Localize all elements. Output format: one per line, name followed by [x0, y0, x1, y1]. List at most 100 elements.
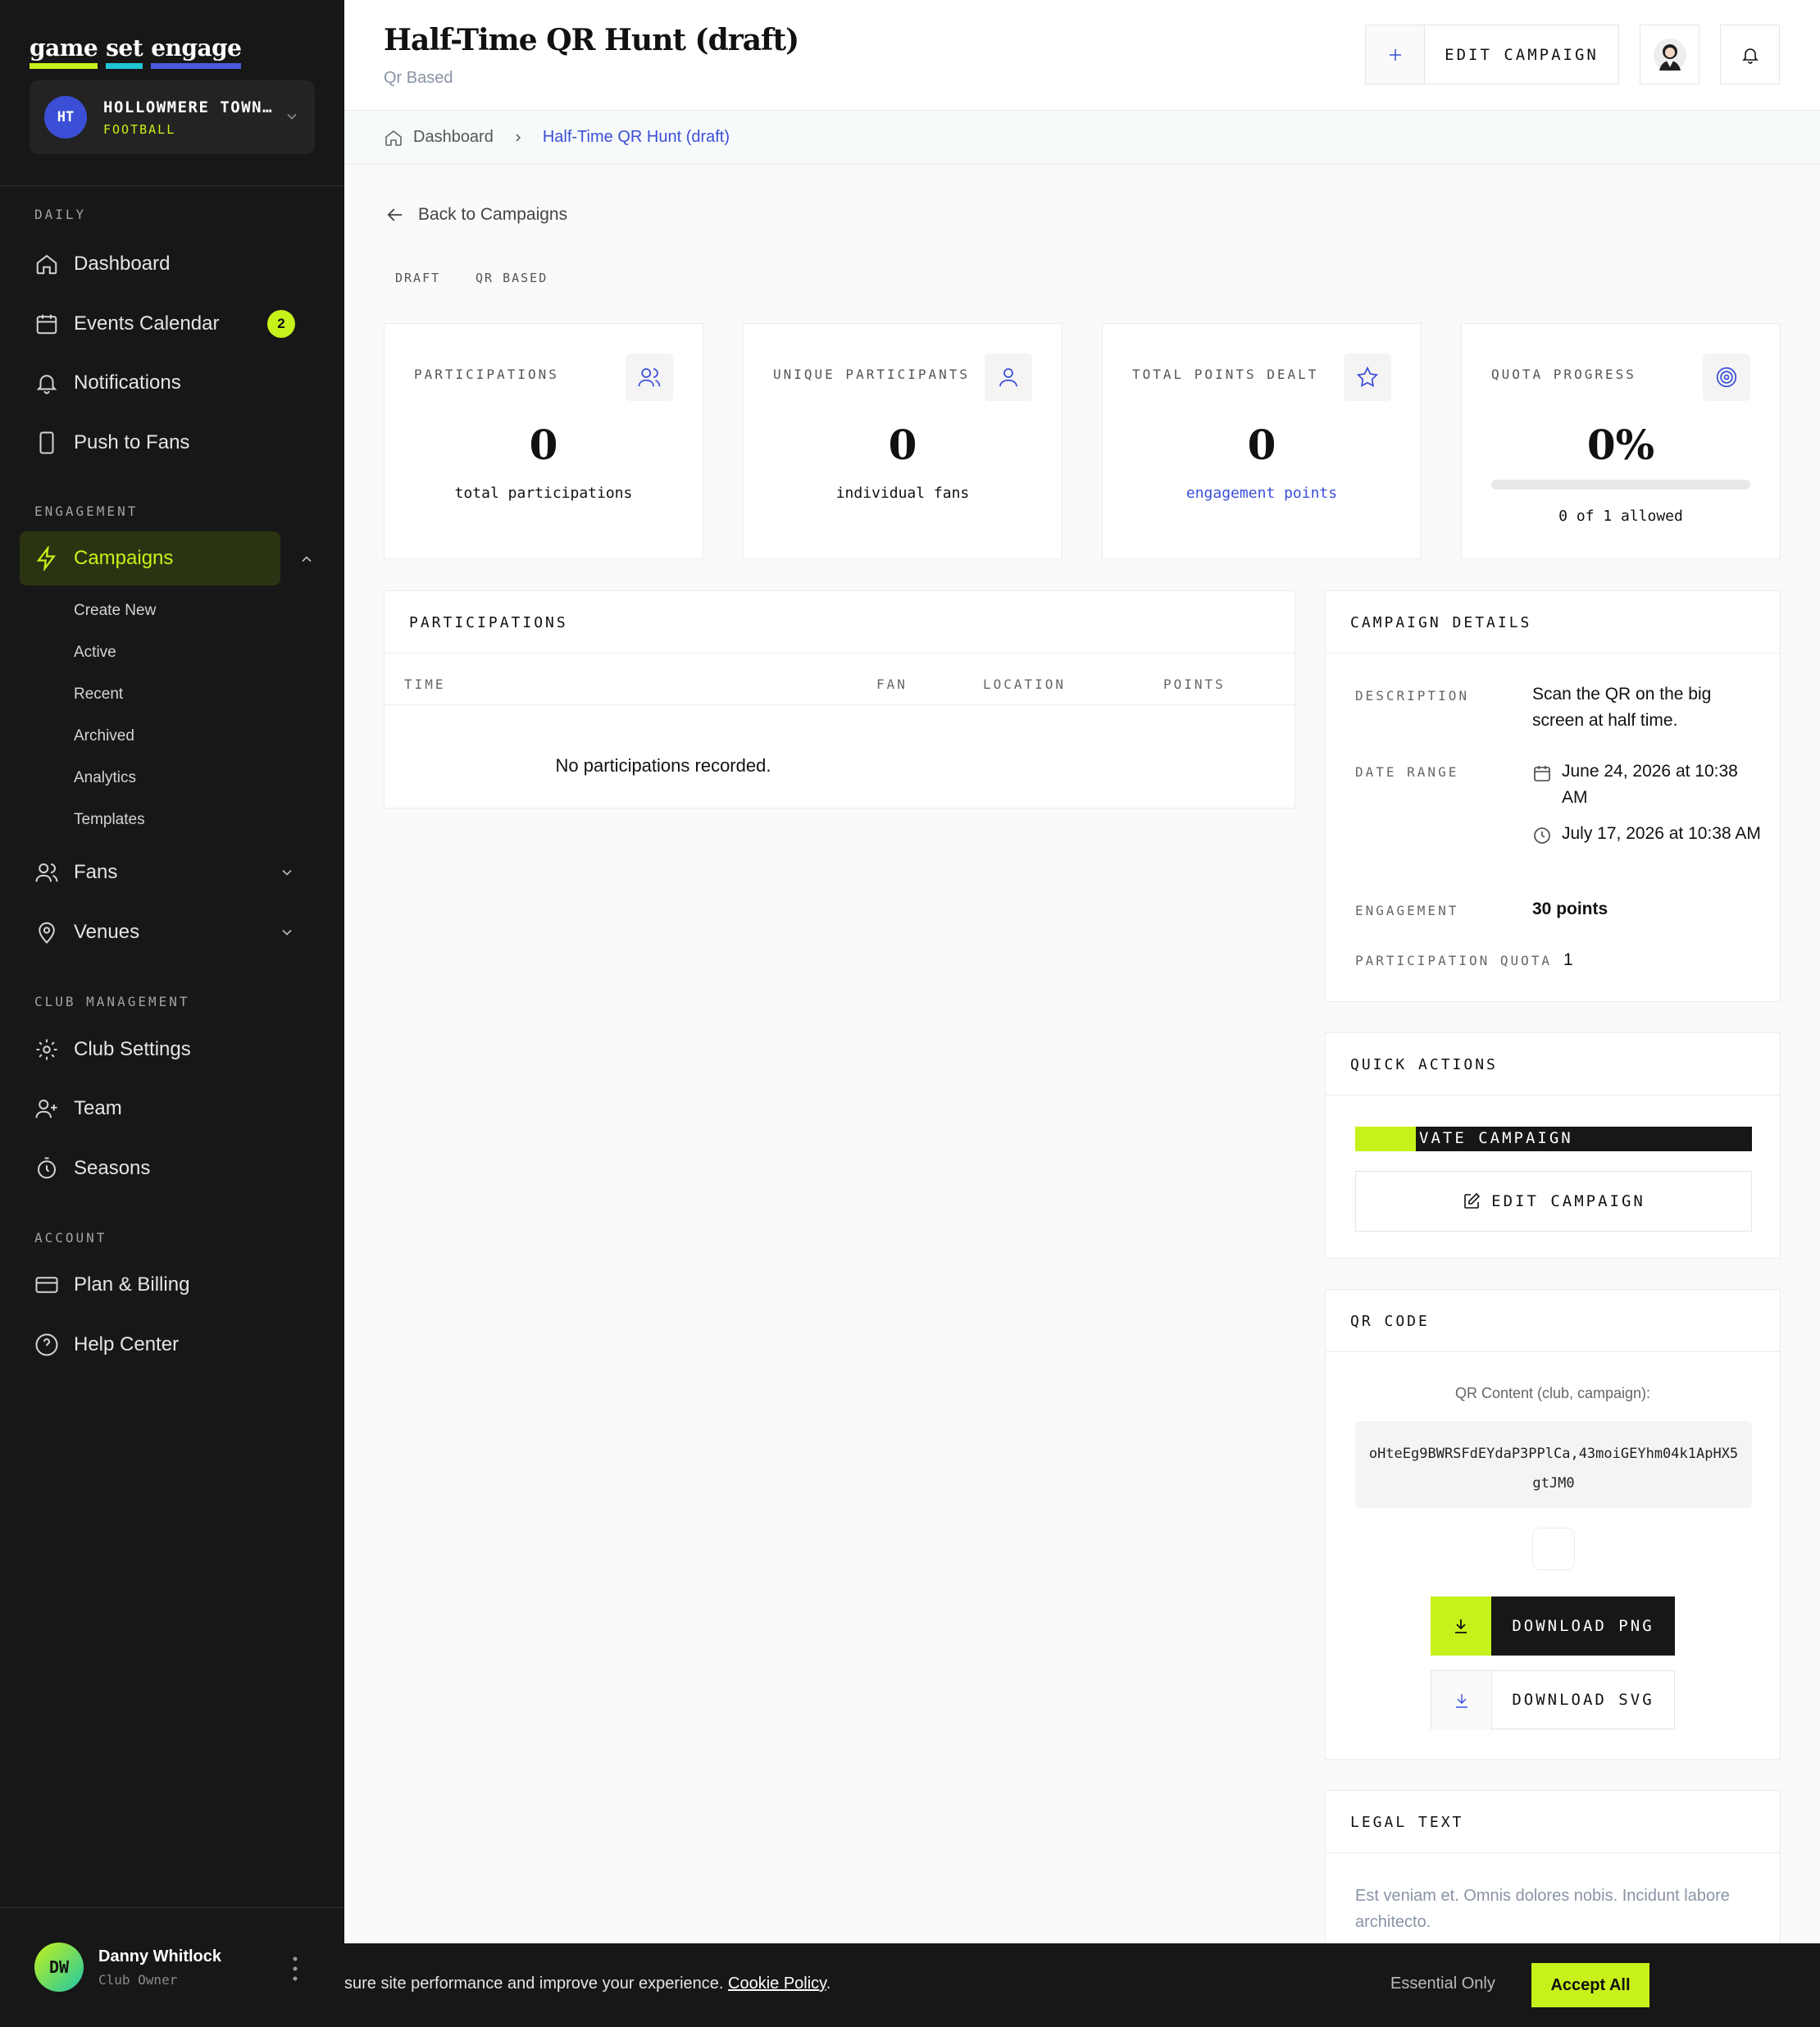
sidebar-item-team[interactable]: Team — [20, 1082, 325, 1136]
sidebar-sub-create-new[interactable]: Create New — [74, 602, 156, 620]
column-header-points[interactable]: POINTS — [1163, 676, 1226, 692]
chevron-up-icon[interactable] — [298, 551, 315, 567]
breadcrumb-dashboard[interactable]: Dashboard — [413, 128, 494, 147]
sidebar-sub-active[interactable]: Active — [74, 644, 116, 662]
sidebar-item-push-to-fans[interactable]: Push to Fans — [20, 416, 325, 470]
quota-progress-bar — [1491, 480, 1750, 490]
home-icon — [385, 130, 402, 146]
section-label-daily: DAILY — [34, 207, 87, 222]
cookie-banner: sure site performance and improve your e… — [344, 1943, 1820, 2027]
cookie-message: sure site performance and improve your e… — [344, 1975, 831, 1993]
timer-icon — [38, 1157, 56, 1179]
chevron-right-icon — [516, 133, 521, 142]
description-value: Scan the QR on the big screen at half ti… — [1532, 685, 1712, 730]
qr-content-caption: QR Content (club, campaign): — [1454, 1385, 1651, 1401]
quota-label: PARTICIPATION QUOTA — [1355, 953, 1553, 968]
sidebar-item-plan-billing[interactable]: Plan & Billing — [20, 1258, 325, 1312]
sidebar-item-campaigns[interactable]: Campaigns — [20, 531, 280, 585]
stat-value: 0% — [1586, 421, 1655, 469]
events-badge: 2 — [267, 310, 295, 338]
sidebar-item-club-settings[interactable]: Club Settings — [20, 1023, 325, 1077]
stat-card-quota-progress: QUOTA PROGRESS 0% 0 of 1 allowed — [1461, 323, 1781, 559]
target-icon — [1716, 367, 1737, 388]
campaign-details-title: CAMPAIGN DETAILS — [1350, 614, 1532, 631]
sidebar-item-dashboard[interactable]: Dashboard — [20, 237, 325, 291]
avatar-illustration-icon — [1653, 38, 1686, 71]
page-subtitle: Qr Based — [384, 69, 453, 87]
sidebar-item-notifications[interactable]: Notifications — [20, 356, 325, 410]
engagement-label: ENGAGEMENT — [1355, 903, 1459, 918]
brand-logo[interactable]: game set engage — [30, 34, 249, 69]
notifications-button[interactable] — [1720, 25, 1780, 84]
qr-code-title: QR CODE — [1350, 1313, 1430, 1330]
more-vertical-icon[interactable] — [290, 1954, 300, 1984]
participations-card: PARTICIPATIONS TIME FAN LOCATION POINTS … — [384, 590, 1295, 809]
lightning-icon — [36, 546, 56, 571]
qr-content-value: oHteEg9BWRSFdEYdaP3PPlCa,43moiGEYhm04k1A… — [1355, 1421, 1752, 1508]
club-switcher[interactable]: HT HOLLOWMERE TOWN… FOOTBALL — [30, 80, 315, 154]
sidebar-item-seasons[interactable]: Seasons — [20, 1141, 325, 1196]
section-label-account: ACCOUNT — [34, 1230, 107, 1246]
column-header-time[interactable]: TIME — [404, 676, 446, 692]
quick-edit-campaign-button[interactable]: EDIT CAMPAIGN — [1355, 1171, 1752, 1232]
legal-text-body: Est veniam et. Omnis dolores nobis. Inci… — [1355, 1887, 1730, 1931]
back-to-campaigns-link[interactable]: Back to Campaigns — [384, 203, 567, 226]
download-png-button[interactable]: DOWNLOAD PNG — [1431, 1597, 1675, 1656]
column-header-fan[interactable]: FAN — [876, 676, 908, 692]
sidebar-item-venues[interactable]: Venues — [20, 905, 325, 959]
column-header-location[interactable]: LOCATION — [983, 676, 1066, 692]
qr-code-card: QR CODE QR Content (club, campaign): oHt… — [1325, 1289, 1781, 1760]
stat-caption: total participations — [454, 485, 633, 502]
club-avatar: HT — [44, 96, 87, 139]
users-icon — [638, 368, 661, 387]
edit-campaign-button[interactable]: EDIT CAMPAIGN — [1424, 25, 1619, 84]
quota-value: 1 — [1563, 950, 1573, 969]
sidebar-sub-analytics[interactable]: Analytics — [74, 769, 136, 787]
quick-actions-title: QUICK ACTIONS — [1350, 1056, 1498, 1073]
sidebar-item-help-center[interactable]: Help Center — [20, 1318, 325, 1372]
cookie-policy-link[interactable]: Cookie Policy — [728, 1975, 826, 1993]
user-role: Club Owner — [98, 1972, 178, 1988]
user-plus-icon — [35, 1100, 57, 1118]
profile-avatar-button[interactable] — [1640, 25, 1699, 84]
arrow-left-icon — [387, 208, 403, 221]
help-circle-icon — [35, 1333, 58, 1356]
empty-state: No participations recorded. — [555, 755, 771, 776]
stat-value: 0 — [529, 421, 558, 469]
stat-value: 0 — [888, 421, 917, 469]
sidebar-item-fans[interactable]: Fans — [20, 845, 325, 900]
user-avatar: DW — [34, 1943, 84, 1992]
stat-card-total-points: TOTAL POINTS DEALT 0 engagement points — [1102, 323, 1422, 559]
user-profile[interactable]: DW Danny Whitlock Club Owner — [0, 1907, 344, 2027]
star-icon — [1356, 366, 1379, 387]
stat-card-participations: PARTICIPATIONS 0 total participations — [384, 323, 703, 559]
sidebar-sub-archived[interactable]: Archived — [74, 727, 134, 745]
sidebar-sub-templates[interactable]: Templates — [74, 811, 145, 829]
phone-icon — [39, 431, 54, 454]
breadcrumb-current[interactable]: Half-Time QR Hunt (draft) — [543, 128, 730, 147]
add-button[interactable] — [1365, 25, 1425, 84]
section-label-engagement: ENGAGEMENT — [34, 503, 139, 519]
calendar-icon — [1534, 766, 1550, 781]
map-pin-icon — [39, 922, 55, 944]
download-svg-button[interactable]: DOWNLOAD SVG — [1431, 1670, 1675, 1730]
bell-icon — [1741, 48, 1759, 64]
start-date: June 24, 2026 at 10:38 AM — [1562, 762, 1738, 807]
download-icon — [1455, 1694, 1467, 1708]
accept-all-button[interactable]: Accept All — [1531, 1963, 1649, 2007]
users-icon — [35, 863, 58, 882]
sidebar-item-events-calendar[interactable]: Events Calendar 2 — [20, 297, 325, 351]
sidebar: game set engage HT HOLLOWMERE TOWN… FOOTBA… — [0, 0, 344, 2027]
breadcrumb: Dashboard Half-Time QR Hunt (draft) — [344, 111, 1820, 165]
page-title: Half-Time QR Hunt (draft) — [384, 23, 799, 57]
download-icon — [1455, 1619, 1467, 1633]
user-name: Danny Whitlock — [98, 1947, 222, 1966]
club-sport: FOOTBALL — [103, 122, 176, 137]
chevron-down-icon — [282, 929, 292, 936]
stat-card-unique-participants: UNIQUE PARTICIPANTS 0 individual fans — [743, 323, 1062, 559]
sidebar-sub-recent[interactable]: Recent — [74, 686, 123, 704]
clock-icon — [1534, 827, 1550, 844]
quick-actions-card: QUICK ACTIONS VATE CAMPAIGN EDIT CAMPAIG… — [1325, 1032, 1781, 1259]
activate-campaign-button[interactable]: VATE CAMPAIGN — [1355, 1127, 1752, 1151]
essential-only-button[interactable]: Essential Only — [1390, 1975, 1495, 1993]
